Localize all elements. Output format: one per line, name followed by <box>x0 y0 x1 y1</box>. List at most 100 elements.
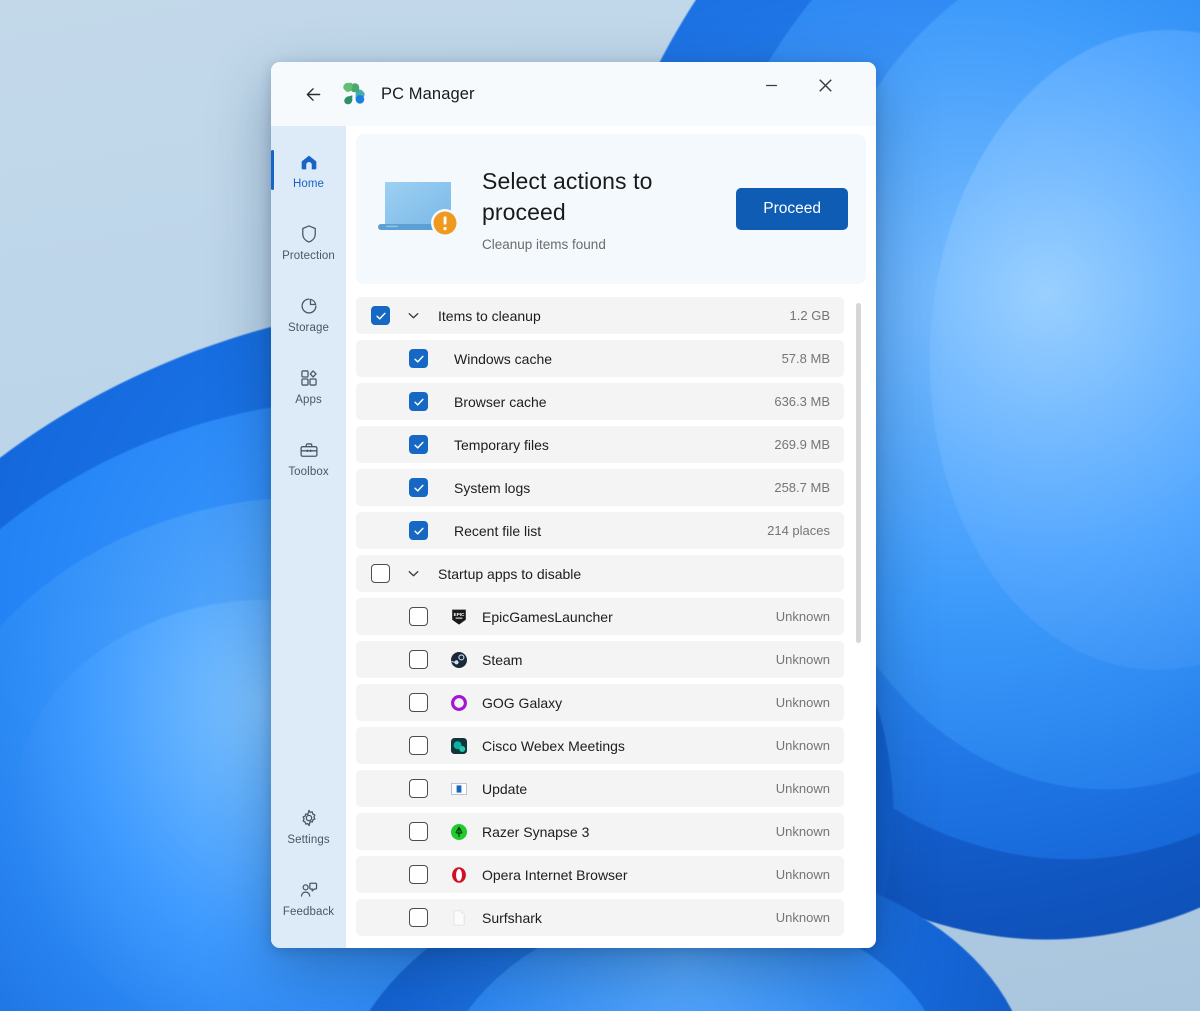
checkbox-checked[interactable] <box>409 435 428 454</box>
minimize-icon <box>765 84 777 86</box>
item-label: Opera Internet Browser <box>482 866 628 883</box>
list-item-row[interactable]: Surfshark Unknown <box>356 899 844 936</box>
item-label: EpicGamesLauncher <box>482 608 613 625</box>
list-item-row[interactable]: Temporary files 269.9 MB <box>356 426 844 463</box>
content-area: Select actions to proceed Cleanup items … <box>346 126 876 948</box>
sidebar-item-label: Toolbox <box>288 465 329 478</box>
list-group-row[interactable]: Startup apps to disable <box>356 555 844 592</box>
sidebar-item-label: Feedback <box>282 905 335 918</box>
checkbox-unchecked[interactable] <box>409 779 428 798</box>
list-item-row[interactable]: GOG Galaxy Unknown <box>356 684 844 721</box>
group-label: Startup apps to disable <box>438 565 582 582</box>
chevron-down-glyph <box>408 312 418 319</box>
status-header-card: Select actions to proceed Cleanup items … <box>356 134 866 284</box>
checkbox-checked[interactable] <box>409 392 428 411</box>
list-item-row[interactable]: Recent file list 214 places <box>356 512 844 549</box>
sidebar-item-apps[interactable]: Apps <box>271 350 346 422</box>
item-label: Surfshark <box>482 909 542 926</box>
list-item-row[interactable]: EPIC EpicGamesLauncher Unknown <box>356 598 844 635</box>
app-icon-wrap <box>450 651 468 669</box>
checkbox-unchecked[interactable] <box>409 607 428 626</box>
close-button[interactable] <box>802 62 848 108</box>
checkbox-unchecked[interactable] <box>409 865 428 884</box>
item-label: GOG Galaxy <box>482 694 563 711</box>
item-value: Unknown <box>775 695 830 710</box>
sidebar-item-toolbox[interactable]: Toolbox <box>271 422 346 494</box>
sidebar-item-settings[interactable]: Settings <box>271 790 346 862</box>
checkbox-unchecked[interactable] <box>409 736 428 755</box>
item-value: Unknown <box>775 824 830 839</box>
item-label: Steam <box>482 651 523 668</box>
check-icon <box>413 398 424 406</box>
list-scrollbar[interactable] <box>854 299 862 948</box>
feedback-icon <box>300 882 317 897</box>
apps-grid-icon <box>300 369 317 386</box>
item-value: Unknown <box>775 609 830 624</box>
list-item-row[interactable]: Steam Unknown <box>356 641 844 678</box>
list-item-row[interactable]: Opera Internet Browser Unknown <box>356 856 844 893</box>
window-body: Home Protection Storage Apps Toolbox Set… <box>271 126 876 948</box>
pc-manager-logo-icon <box>343 82 365 105</box>
item-value: Unknown <box>775 652 830 667</box>
update-icon <box>451 782 467 795</box>
list-item-row[interactable]: Windows cache 57.8 MB <box>356 340 844 377</box>
sidebar-item-protection[interactable]: Protection <box>271 206 346 278</box>
checkbox-checked[interactable] <box>409 349 428 368</box>
item-value: Unknown <box>775 910 830 925</box>
checkbox-unchecked[interactable] <box>409 908 428 927</box>
checkbox-unchecked[interactable] <box>371 564 390 583</box>
chevron-down-icon[interactable] <box>400 566 426 581</box>
surfshark-icon <box>453 909 465 926</box>
checkbox-unchecked[interactable] <box>409 693 428 712</box>
check-icon <box>413 527 424 535</box>
webex-icon <box>451 737 467 754</box>
checkbox-unchecked[interactable] <box>409 822 428 841</box>
item-label: Update <box>482 780 528 797</box>
page-subtitle: Cleanup items found <box>482 236 606 252</box>
item-label: Browser cache <box>454 393 547 410</box>
arrow-left-icon <box>306 87 320 101</box>
chevron-down-icon[interactable] <box>400 308 426 323</box>
item-label: System logs <box>454 479 531 496</box>
steam-icon <box>451 651 467 668</box>
item-value: 636.3 MB <box>774 394 830 409</box>
group-value: 1.2 GB <box>789 308 830 323</box>
item-value: 258.7 MB <box>774 480 830 495</box>
list-item-row[interactable]: Razer Synapse 3 Unknown <box>356 813 844 850</box>
minimize-button[interactable] <box>748 62 794 108</box>
check-icon <box>375 312 386 320</box>
sidebar-item-home[interactable]: Home <box>271 134 346 206</box>
close-icon <box>818 78 832 92</box>
item-value: 57.8 MB <box>781 351 830 366</box>
toolbox-icon <box>299 442 318 457</box>
app-icon-wrap <box>450 737 468 755</box>
back-button[interactable] <box>291 74 335 114</box>
sidebar-item-feedback[interactable]: Feedback <box>271 862 346 934</box>
list-group-row[interactable]: Items to cleanup 1.2 GB <box>356 297 844 334</box>
pie-chart-icon <box>300 297 317 314</box>
checkbox-unchecked[interactable] <box>409 650 428 669</box>
checkbox-checked[interactable] <box>371 306 390 325</box>
sidebar-item-label: Settings <box>287 833 330 846</box>
scrollbar-thumb[interactable] <box>856 303 861 643</box>
list-item-row[interactable]: Update Unknown <box>356 770 844 807</box>
checkbox-checked[interactable] <box>409 521 428 540</box>
laptop-warning-illustration <box>372 170 468 249</box>
item-value: 214 places <box>767 523 830 538</box>
item-value: Unknown <box>775 738 830 753</box>
sidebar-item-storage[interactable]: Storage <box>271 278 346 350</box>
razer-icon <box>451 823 467 840</box>
sidebar-item-label: Protection <box>282 249 335 262</box>
list-item-row[interactable]: Cisco Webex Meetings Unknown <box>356 727 844 764</box>
chevron-down-glyph <box>408 570 418 577</box>
list-item-row[interactable]: System logs 258.7 MB <box>356 469 844 506</box>
proceed-button[interactable]: Proceed <box>736 188 848 230</box>
list-item-row[interactable]: Browser cache 636.3 MB <box>356 383 844 420</box>
app-title: PC Manager <box>381 84 475 103</box>
checkbox-checked[interactable] <box>409 478 428 497</box>
svg-text:EPIC: EPIC <box>454 612 465 617</box>
header-text: Select actions to proceed Cleanup items … <box>468 166 736 251</box>
check-icon <box>413 484 424 492</box>
item-label: Windows cache <box>454 350 553 367</box>
